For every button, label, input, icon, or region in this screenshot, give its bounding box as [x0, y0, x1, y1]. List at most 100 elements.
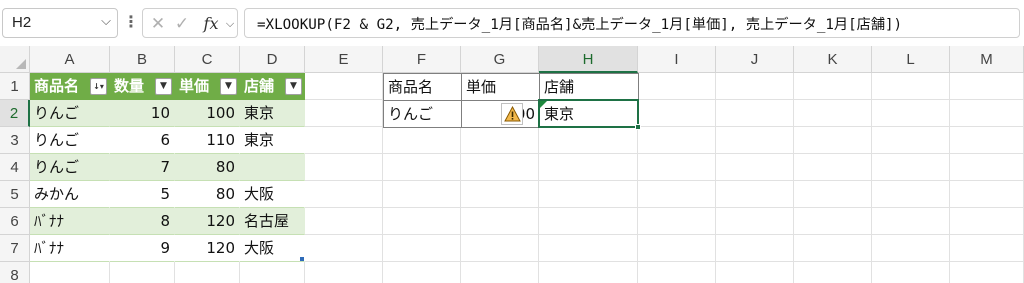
cell-l4[interactable]	[872, 154, 950, 181]
column-header-a[interactable]: A	[30, 46, 110, 73]
table-cell[interactable]: 名古屋	[240, 208, 305, 235]
worksheet-grid[interactable]: A B C D E F G H I J K L M 1 2 3 4 5 6 7 8 商品名 ↓▾ 数量 ▼ 単価 ▼ 店舗 ▼ りんご 10…	[0, 46, 1024, 283]
cell-k5[interactable]	[794, 181, 872, 208]
cell-b8[interactable]	[110, 262, 175, 283]
cell-g4[interactable]	[461, 154, 539, 181]
table-cell[interactable]: りんご	[30, 127, 110, 154]
cell-i2[interactable]	[638, 100, 716, 127]
select-all-button[interactable]	[0, 46, 30, 73]
table-cell[interactable]: 大阪	[240, 181, 305, 208]
cell-f6[interactable]	[383, 208, 461, 235]
table-header-2[interactable]: 数量 ▼	[110, 73, 175, 100]
lookup-value-1[interactable]: りんご	[383, 100, 462, 128]
cell-m6[interactable]	[950, 208, 1024, 235]
cell-k7[interactable]	[794, 235, 872, 262]
cell-h8[interactable]	[539, 262, 638, 283]
chevron-down-icon[interactable]: ⌵	[101, 13, 111, 29]
cell-m1[interactable]	[950, 73, 1024, 100]
cell-j2[interactable]	[716, 100, 794, 127]
table-cell[interactable]: 大阪	[240, 235, 305, 262]
filter-dropdown-icon[interactable]: ▼	[220, 78, 237, 95]
cancel-icon[interactable]: ✕	[147, 12, 169, 36]
table-cell[interactable]: 東京	[240, 100, 305, 127]
cell-l1[interactable]	[872, 73, 950, 100]
cell-f5[interactable]	[383, 181, 461, 208]
cell-g7[interactable]	[461, 235, 539, 262]
column-header-c[interactable]: C	[175, 46, 240, 73]
table-cell[interactable]: 120	[175, 235, 240, 262]
table-cell[interactable]: 80	[175, 181, 240, 208]
table-header-4[interactable]: 店舗 ▼	[240, 73, 305, 100]
table-cell[interactable]: 6	[110, 127, 175, 154]
formula-input[interactable]: =XLOOKUP(F2 & G2, 売上データ_1月[商品名]&売上データ_1月…	[244, 8, 1020, 38]
vertical-dots-icon[interactable]: ⋮	[123, 12, 139, 34]
table-cell[interactable]: 10	[110, 100, 175, 127]
column-header-l[interactable]: L	[872, 46, 950, 73]
table-header-3[interactable]: 単価 ▼	[175, 73, 240, 100]
fill-handle[interactable]	[635, 124, 641, 130]
cell-c8[interactable]	[175, 262, 240, 283]
cell-a8[interactable]	[30, 262, 110, 283]
column-header-h[interactable]: H	[539, 46, 638, 73]
cell-l7[interactable]	[872, 235, 950, 262]
table-cell[interactable]: 120	[175, 208, 240, 235]
cell-l2[interactable]	[872, 100, 950, 127]
cell-m4[interactable]	[950, 154, 1024, 181]
row-header-3[interactable]: 3	[0, 127, 30, 154]
cell-h6[interactable]	[539, 208, 638, 235]
cell-j3[interactable]	[716, 127, 794, 154]
row-header-7[interactable]: 7	[0, 235, 30, 262]
table-cell[interactable]: ﾊﾞﾅﾅ	[30, 208, 110, 235]
table-header-1[interactable]: 商品名 ↓▾	[30, 73, 110, 100]
table-cell[interactable]: 7	[110, 154, 175, 181]
cell-h3[interactable]	[539, 127, 638, 154]
cell-h7[interactable]	[539, 235, 638, 262]
cell-m5[interactable]	[950, 181, 1024, 208]
cell-g3[interactable]	[461, 127, 539, 154]
cell-i4[interactable]	[638, 154, 716, 181]
table-cell[interactable]: 110	[175, 127, 240, 154]
table-cell[interactable]: 5	[110, 181, 175, 208]
column-header-e[interactable]: E	[305, 46, 383, 73]
enter-icon[interactable]: ✓	[171, 12, 193, 36]
cell-m8[interactable]	[950, 262, 1024, 283]
cell-i1[interactable]	[638, 73, 716, 100]
cell-j6[interactable]	[716, 208, 794, 235]
warning-icon[interactable]	[501, 103, 523, 125]
table-cell[interactable]	[240, 154, 305, 181]
cell-i6[interactable]	[638, 208, 716, 235]
row-header-6[interactable]: 6	[0, 208, 30, 235]
column-header-d[interactable]: D	[240, 46, 305, 73]
cell-l3[interactable]	[872, 127, 950, 154]
cell-j5[interactable]	[716, 181, 794, 208]
cell-k4[interactable]	[794, 154, 872, 181]
cell-f7[interactable]	[383, 235, 461, 262]
cell-j1[interactable]	[716, 73, 794, 100]
column-header-g[interactable]: G	[461, 46, 539, 73]
cell-k6[interactable]	[794, 208, 872, 235]
function-dropdown-icon[interactable]: ⌵	[223, 12, 237, 36]
cell-m7[interactable]	[950, 235, 1024, 262]
filter-dropdown-icon[interactable]: ▼	[285, 78, 302, 95]
table-cell[interactable]: みかん	[30, 181, 110, 208]
cell-k8[interactable]	[794, 262, 872, 283]
cell-i7[interactable]	[638, 235, 716, 262]
cell-e8[interactable]	[305, 262, 383, 283]
row-header-2[interactable]: 2	[0, 100, 30, 127]
table-cell[interactable]: りんご	[30, 154, 110, 181]
column-header-j[interactable]: J	[716, 46, 794, 73]
cell-e6[interactable]	[305, 208, 383, 235]
cell-g6[interactable]	[461, 208, 539, 235]
column-header-m[interactable]: M	[950, 46, 1024, 73]
column-header-b[interactable]: B	[110, 46, 175, 73]
cell-h5[interactable]	[539, 181, 638, 208]
cell-h4[interactable]	[539, 154, 638, 181]
table-resize-handle[interactable]	[300, 257, 304, 261]
cell-j7[interactable]	[716, 235, 794, 262]
cell-l6[interactable]	[872, 208, 950, 235]
table-cell[interactable]: 100	[175, 100, 240, 127]
table-cell[interactable]: 9	[110, 235, 175, 262]
table-cell[interactable]: りんご	[30, 100, 110, 127]
lookup-header-3[interactable]: 店舗	[539, 73, 639, 101]
row-header-4[interactable]: 4	[0, 154, 30, 181]
